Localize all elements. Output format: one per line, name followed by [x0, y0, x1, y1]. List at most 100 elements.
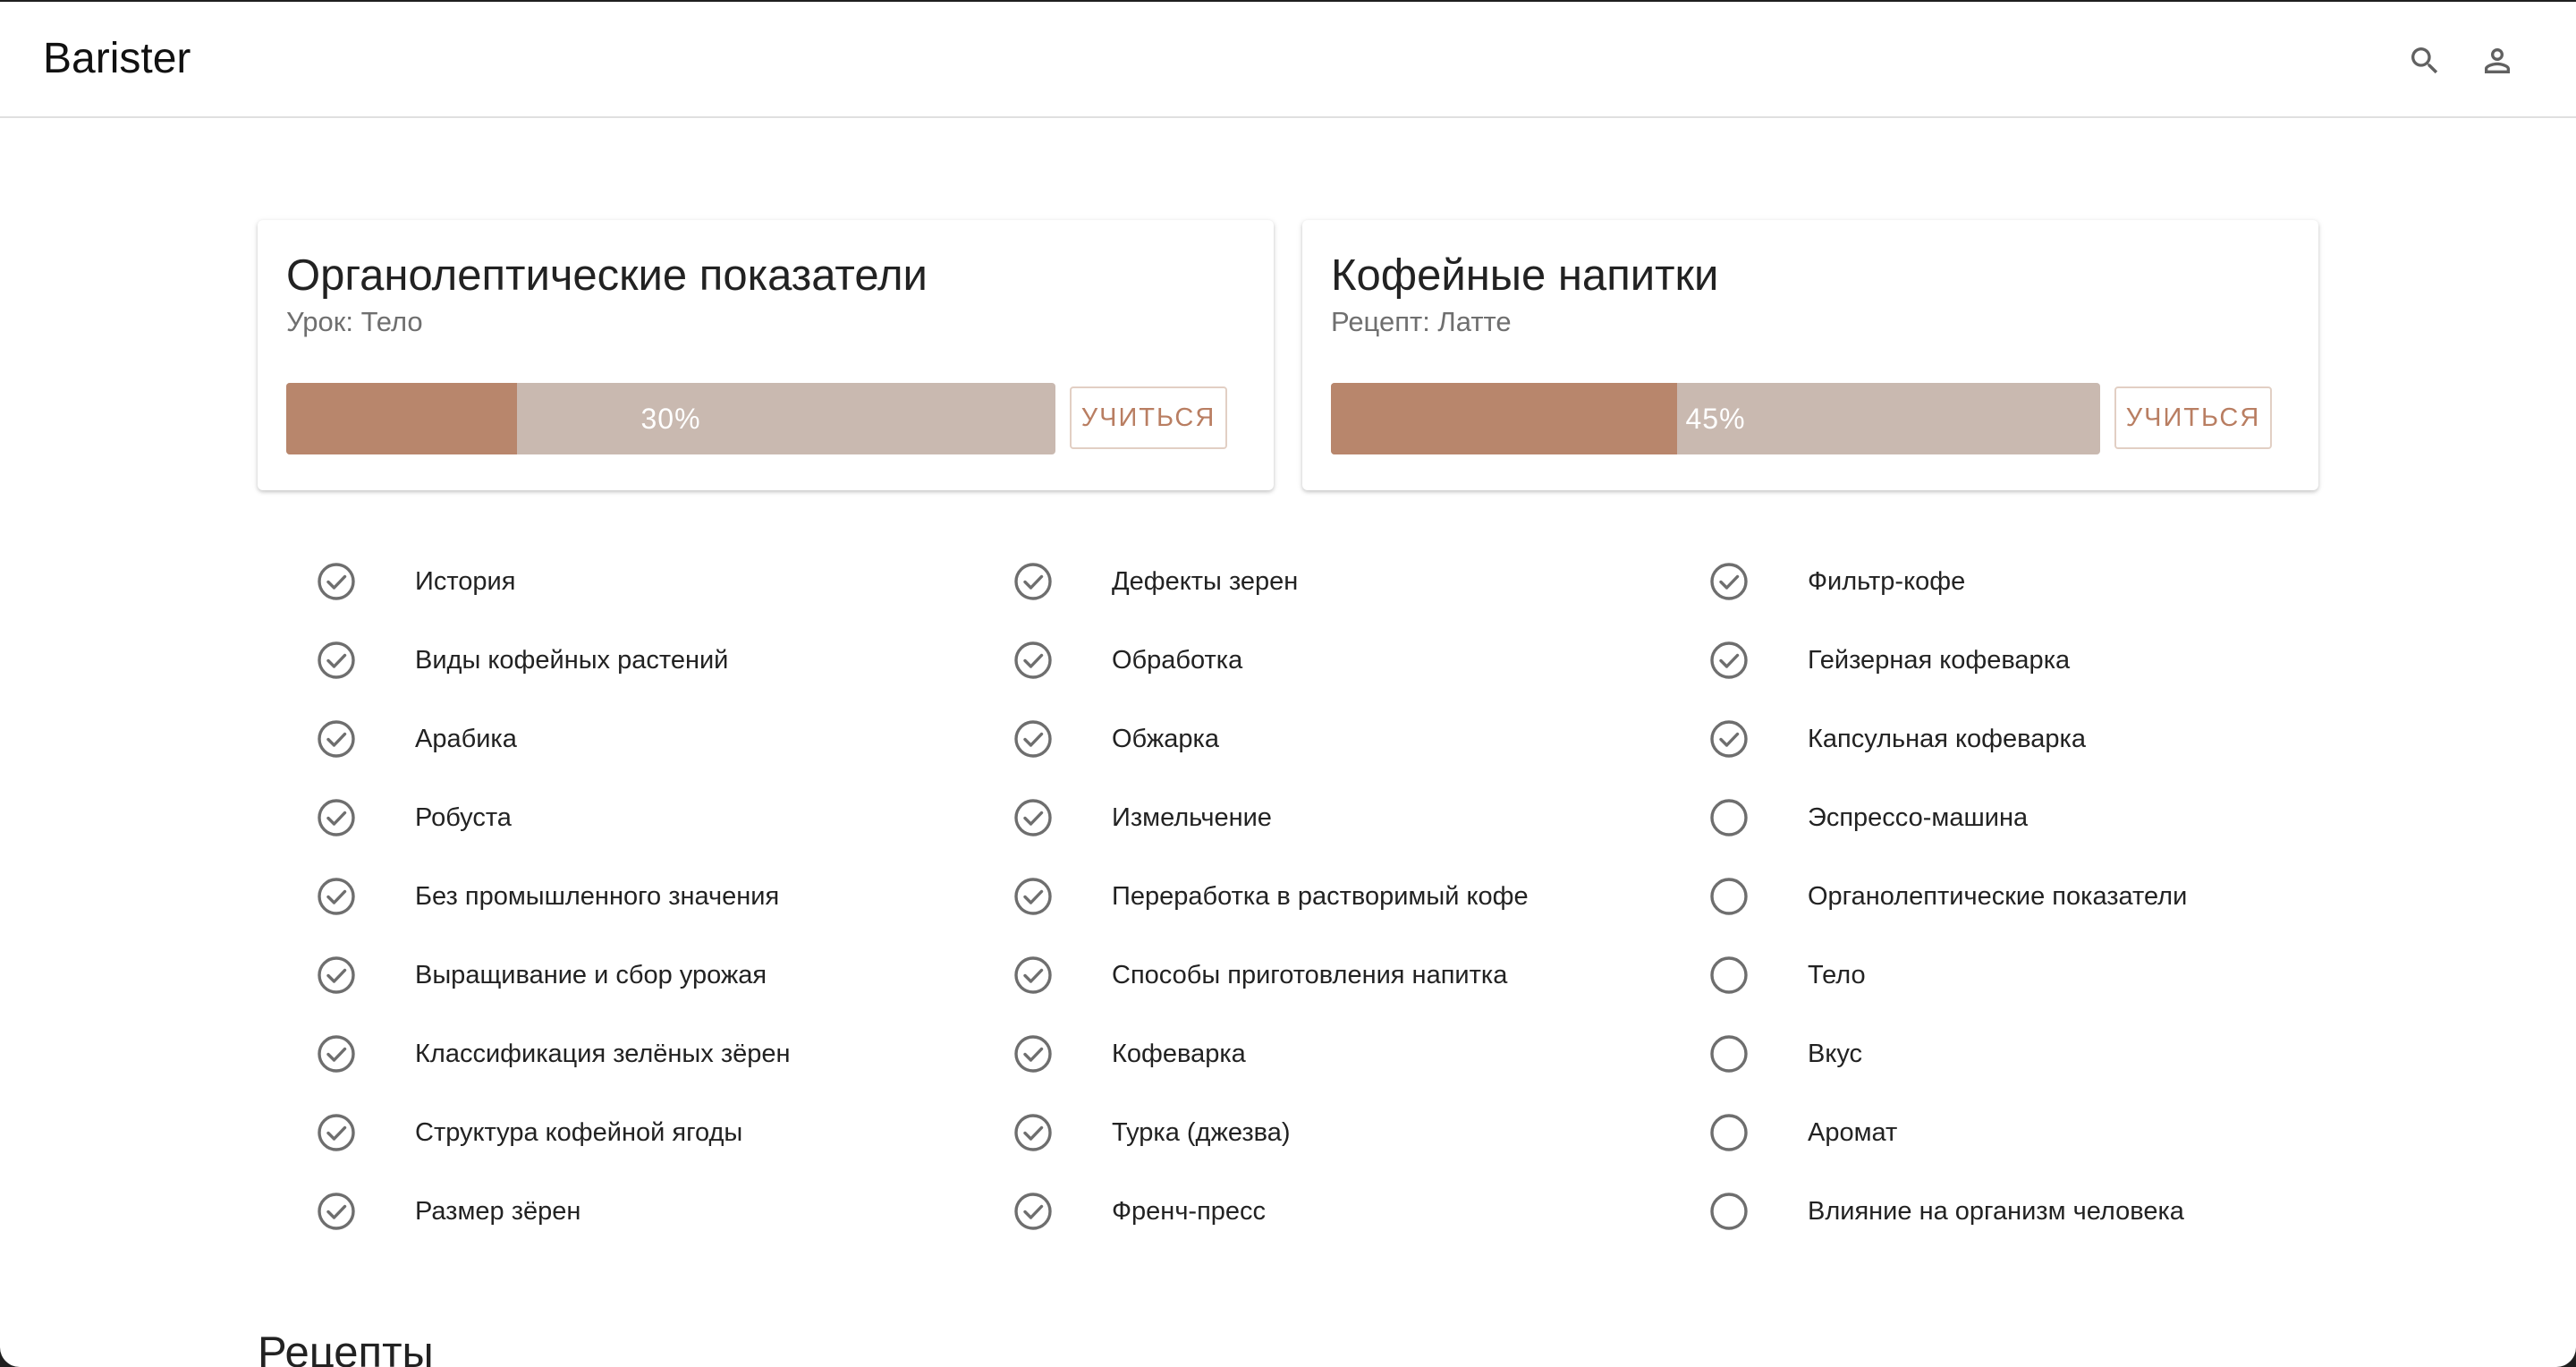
card-subtitle: Урок: Тело [286, 306, 423, 337]
app-bar: Barister [0, 2, 2576, 118]
circle-outline-icon [1709, 1034, 1749, 1074]
progress-bar: 30% [286, 383, 1055, 454]
topic-item[interactable]: Вкус [1697, 1018, 2377, 1097]
learn-button[interactable]: УЧИТЬСЯ [1070, 386, 1227, 449]
check-circle-icon [1709, 641, 1749, 680]
topic-label: Турка (джезва) [1112, 1118, 1291, 1147]
check-circle-icon [317, 719, 356, 759]
topic-label: Органолептические показатели [1808, 882, 2188, 911]
check-circle-icon [1013, 1113, 1053, 1152]
circle-outline-icon [1709, 955, 1749, 995]
topic-label: Обжарка [1112, 725, 1219, 753]
topic-item[interactable]: Турка (джезва) [1001, 1097, 1681, 1176]
topic-label: Вкус [1808, 1040, 1863, 1068]
topic-item[interactable]: Дефекты зерен [1001, 546, 1681, 624]
app-title[interactable]: Barister [43, 32, 191, 86]
check-circle-icon [1013, 955, 1053, 995]
course-card: Органолептические показатели Урок: Тело … [258, 220, 1274, 490]
topic-label: Измельчение [1112, 803, 1272, 832]
topic-label: Переработка в растворимый кофе [1112, 882, 1529, 911]
topic-item[interactable]: Без промышленного значения [304, 861, 984, 939]
topic-label: Классификация зелёных зёрен [415, 1040, 791, 1068]
topic-item[interactable]: Выращивание и сбор урожая [304, 939, 984, 1018]
check-circle-icon [1709, 719, 1749, 759]
topic-label: Робуста [415, 803, 512, 832]
topic-label: Гейзерная кофеварка [1808, 646, 2071, 675]
topic-label: Аромат [1808, 1118, 1898, 1147]
check-circle-icon [317, 798, 356, 837]
topic-item[interactable]: Способы приготовления напитка [1001, 939, 1681, 1018]
account-icon [2485, 48, 2510, 73]
topic-item[interactable]: Фильтр-кофе [1697, 546, 2377, 624]
topic-item[interactable]: Арабика [304, 703, 984, 782]
check-circle-icon [1013, 798, 1053, 837]
topics-column: История Виды кофейных растений Арабика Робу… [304, 546, 984, 1254]
topic-label: Дефекты зерен [1112, 567, 1299, 596]
topic-item[interactable]: Обработка [1001, 624, 1681, 703]
check-circle-icon [1013, 877, 1053, 916]
topic-item[interactable]: Тело [1697, 939, 2377, 1018]
topic-item[interactable]: Кофеварка [1001, 1018, 1681, 1097]
learn-button[interactable]: УЧИТЬСЯ [2114, 386, 2272, 449]
circle-outline-icon [1709, 877, 1749, 916]
topic-item[interactable]: Переработка в растворимый кофе [1001, 861, 1681, 939]
topic-label: Тело [1808, 961, 1866, 989]
section-title-recipes: Рецепты [258, 1329, 434, 1367]
topic-item[interactable]: Аромат [1697, 1097, 2377, 1176]
topics-column: Фильтр-кофе Гейзерная кофеварка Капсульная… [1697, 546, 2377, 1254]
course-card: Кофейные напитки Рецепт: Латте 45% УЧИТЬ… [1302, 220, 2318, 490]
check-circle-icon [317, 1113, 356, 1152]
topic-item[interactable]: Классификация зелёных зёрен [304, 1018, 984, 1097]
check-circle-icon [317, 562, 356, 601]
topic-item[interactable]: Измельчение [1001, 782, 1681, 861]
topic-item[interactable]: Гейзерная кофеварка [1697, 624, 2377, 703]
check-circle-icon [1013, 641, 1053, 680]
topic-item[interactable]: Френч-пресс [1001, 1176, 1681, 1254]
topic-label: Фильтр-кофе [1808, 567, 1966, 596]
circle-outline-icon [1709, 1113, 1749, 1152]
check-circle-icon [1013, 1192, 1053, 1231]
topics-list: История Виды кофейных растений Арабика Робу… [304, 546, 2361, 1261]
topic-label: История [415, 567, 516, 596]
progress-label: 45% [1685, 402, 1746, 435]
topic-label: Френч-пресс [1112, 1197, 1267, 1226]
topic-label: Влияние на организм человека [1808, 1197, 2184, 1226]
check-circle-icon [317, 877, 356, 916]
progress-bar: 45% [1331, 383, 2100, 454]
topic-item[interactable]: Робуста [304, 782, 984, 861]
topic-item[interactable]: Влияние на организм человека [1697, 1176, 2377, 1254]
topics-column: Дефекты зерен Обработка Обжарка Измельчение… [1001, 546, 1681, 1254]
topic-item[interactable]: Капсульная кофеварка [1697, 703, 2377, 782]
topic-item[interactable]: История [304, 546, 984, 624]
circle-outline-icon [1709, 1192, 1749, 1231]
topic-item[interactable]: Обжарка [1001, 703, 1681, 782]
account-button[interactable] [2472, 36, 2522, 86]
check-circle-icon [1013, 1034, 1053, 1074]
check-circle-icon [317, 1192, 356, 1231]
search-icon [2411, 47, 2438, 74]
topic-label: Капсульная кофеварка [1808, 725, 2086, 753]
check-circle-icon [1013, 719, 1053, 759]
topic-item[interactable]: Размер зёрен [304, 1176, 984, 1254]
check-circle-icon [317, 955, 356, 995]
topic-item[interactable]: Эспрессо-машина [1697, 782, 2377, 861]
topic-label: Выращивание и сбор урожая [415, 961, 767, 989]
search-button[interactable] [2400, 36, 2450, 86]
card-subtitle: Рецепт: Латте [1331, 306, 1512, 337]
check-circle-icon [1013, 562, 1053, 601]
topic-item[interactable]: Структура кофейной ягоды [304, 1097, 984, 1176]
topic-item[interactable]: Виды кофейных растений [304, 624, 984, 703]
topic-item[interactable]: Органолептические показатели [1697, 861, 2377, 939]
topic-label: Размер зёрен [415, 1197, 581, 1226]
app-window: Barister Органолептические показатели Ур… [0, 2, 2576, 1367]
check-circle-icon [1709, 562, 1749, 601]
card-title: Кофейные напитки [1331, 251, 1719, 300]
progress-label: 30% [640, 402, 701, 435]
topic-label: Структура кофейной ягоды [415, 1118, 743, 1147]
topic-label: Способы приготовления напитка [1112, 961, 1508, 989]
topic-label: Арабика [415, 725, 517, 753]
card-title: Органолептические показатели [286, 251, 928, 300]
topic-label: Кофеварка [1112, 1040, 1246, 1068]
topic-label: Обработка [1112, 646, 1243, 675]
check-circle-icon [317, 1034, 356, 1074]
